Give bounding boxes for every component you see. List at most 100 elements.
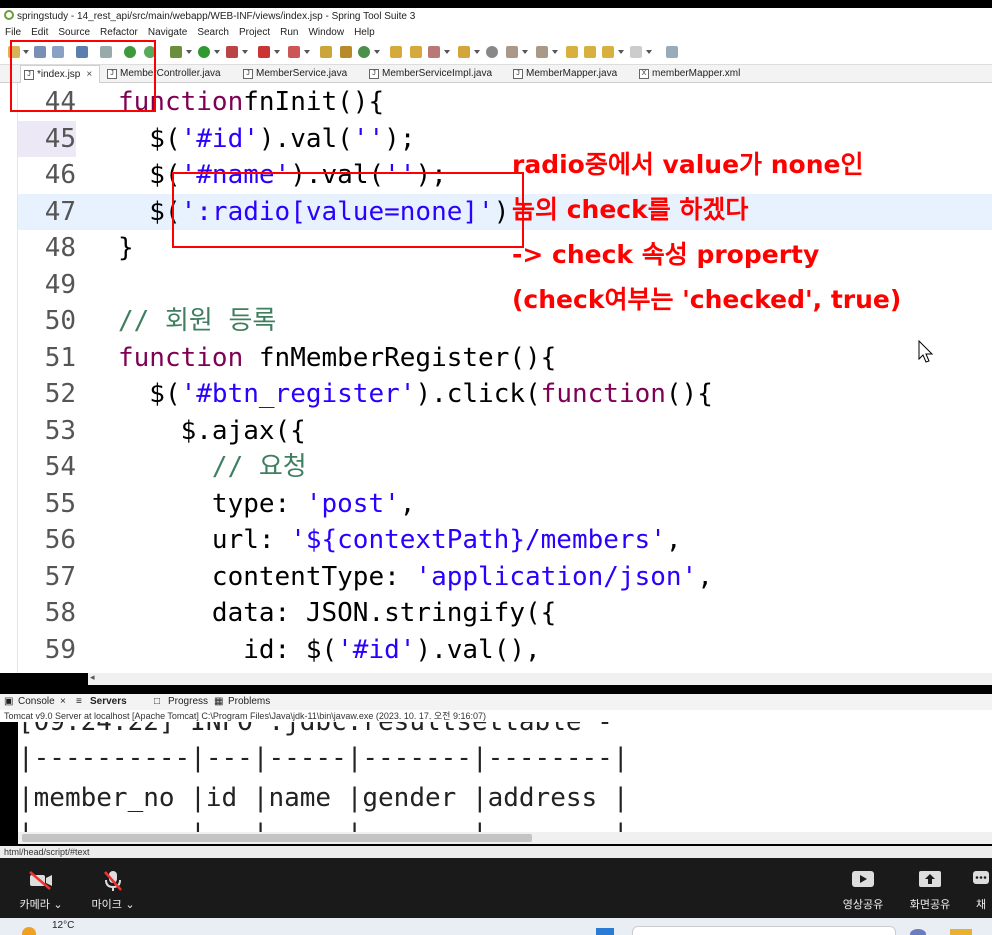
- tab-member-mapper-xml[interactable]: XmemberMapper.xml: [636, 65, 756, 83]
- menu-help[interactable]: Help: [354, 27, 375, 38]
- code-line[interactable]: 51 function fnMemberRegister(){: [18, 340, 992, 377]
- new-class-icon[interactable]: [358, 46, 370, 58]
- chat-label: 채: [975, 898, 987, 911]
- code-line[interactable]: 54 // 요청: [18, 449, 992, 486]
- chevron-down-icon[interactable]: [214, 50, 220, 54]
- console-line: | | | | | |: [18, 816, 628, 832]
- tab-servers[interactable]: Servers: [90, 694, 127, 710]
- camera-label: 카메라 ⌄: [19, 898, 63, 911]
- annotation-line-4: (check여부는 'checked', true): [512, 285, 902, 314]
- code-line[interactable]: 53 $.ajax({: [18, 413, 992, 450]
- taskbar-search-box[interactable]: [632, 926, 896, 935]
- tab-console[interactable]: Console: [18, 694, 55, 710]
- menu-search[interactable]: Search: [197, 27, 229, 38]
- camera-button[interactable]: 카메라 ⌄: [8, 858, 74, 918]
- chat-icon: [973, 871, 989, 884]
- menu-refactor[interactable]: Refactor: [100, 27, 138, 38]
- scroll-left-icon[interactable]: ◂: [90, 673, 95, 683]
- code-text: id: $('#id').val(),: [118, 634, 541, 665]
- line-number: 47: [44, 196, 76, 227]
- menu-project[interactable]: Project: [239, 27, 270, 38]
- external-tools-icon[interactable]: [226, 46, 238, 58]
- mic-off-icon: [104, 871, 122, 891]
- forward-icon[interactable]: [630, 46, 642, 58]
- chevron-down-icon[interactable]: [242, 50, 248, 54]
- chevron-down-icon[interactable]: [274, 50, 280, 54]
- tab-member-service[interactable]: J MemberService.java: [240, 65, 360, 83]
- chevron-down-icon[interactable]: [552, 50, 558, 54]
- code-text: // 요청: [118, 452, 307, 482]
- chevron-down-icon[interactable]: [618, 50, 624, 54]
- toggle-mark-occurrences-icon[interactable]: [486, 46, 498, 58]
- menu-run[interactable]: Run: [280, 27, 298, 38]
- stop-icon[interactable]: [258, 46, 270, 58]
- top-black-strip: [0, 0, 992, 8]
- new-server-icon[interactable]: [288, 46, 300, 58]
- last-edit-icon[interactable]: [566, 46, 578, 58]
- code-text: $('#btn_register').click(function(){: [118, 379, 713, 409]
- status-path: html/head/script/#text: [4, 847, 90, 857]
- back-icon[interactable]: [602, 46, 614, 58]
- share-screen-button[interactable]: 화면공유: [898, 858, 962, 918]
- code-text: contentType: 'application/json',: [118, 561, 713, 592]
- search-icon[interactable]: [428, 46, 440, 58]
- menu-file[interactable]: File: [5, 27, 21, 38]
- scrollbar-thumb[interactable]: [22, 834, 532, 842]
- line-number: 58: [44, 598, 76, 628]
- open-type-icon[interactable]: [390, 46, 402, 58]
- chevron-down-icon[interactable]: [374, 50, 380, 54]
- menu-source[interactable]: Source: [58, 27, 90, 38]
- code-line[interactable]: 59 id: $('#id').val(),: [18, 632, 992, 669]
- close-icon[interactable]: ×: [60, 694, 66, 710]
- pin-editor-icon[interactable]: [666, 46, 678, 58]
- code-text: // 회원 등록: [118, 306, 277, 336]
- file-explorer-icon[interactable]: [950, 929, 972, 935]
- mic-label: 마이크 ⌄: [91, 898, 135, 911]
- run-icon[interactable]: [198, 46, 210, 58]
- debug-icon[interactable]: [170, 46, 182, 58]
- weather-temp: 12°C: [52, 920, 75, 931]
- menu-edit[interactable]: Edit: [31, 27, 48, 38]
- mic-button[interactable]: 마이크 ⌄: [80, 858, 146, 918]
- code-line[interactable]: 56 url: '${contextPath}/members',: [18, 522, 992, 559]
- open-task-icon[interactable]: [410, 46, 422, 58]
- weather-sun-icon: [22, 927, 36, 935]
- open-folder-icon[interactable]: [458, 46, 470, 58]
- previous-annotation-icon[interactable]: [536, 46, 548, 58]
- new-package-icon[interactable]: [340, 46, 352, 58]
- tab-problems[interactable]: Problems: [228, 694, 270, 710]
- tab-member-mapper-java[interactable]: J MemberMapper.java: [510, 65, 630, 83]
- tab-progress[interactable]: Progress: [168, 694, 208, 710]
- console-output[interactable]: [09:24:22] INFO :jdbc.resultsettable - |…: [18, 722, 992, 832]
- taskbar-app-icon[interactable]: [910, 929, 926, 935]
- code-line[interactable]: 44 functionfnInit(){: [18, 84, 992, 121]
- console-horizontal-scrollbar[interactable]: [18, 832, 992, 844]
- spring-tool-suite-icon: [4, 10, 14, 20]
- code-line[interactable]: 57 contentType: 'application/json',: [18, 559, 992, 596]
- chevron-down-icon[interactable]: [444, 50, 450, 54]
- editor-horizontal-scrollbar[interactable]: ◂: [88, 673, 992, 685]
- progress-icon: □: [154, 696, 161, 707]
- code-line[interactable]: 58 data: JSON.stringify({: [18, 595, 992, 632]
- chevron-down-icon[interactable]: [646, 50, 652, 54]
- next-annotation-icon[interactable]: [506, 46, 518, 58]
- chevron-down-icon[interactable]: [474, 50, 480, 54]
- chevron-down-icon[interactable]: [304, 50, 310, 54]
- highlight-box-toolbar: [10, 40, 156, 112]
- windows-start-icon[interactable]: [596, 928, 614, 935]
- share-video-button[interactable]: 영상공유: [834, 858, 892, 918]
- line-number: 48: [44, 233, 76, 263]
- menu-window[interactable]: Window: [308, 27, 344, 38]
- code-line[interactable]: 52 $('#btn_register').click(function(){: [18, 376, 992, 413]
- back-forward-icon[interactable]: [584, 46, 596, 58]
- new-java-project-icon[interactable]: [320, 46, 332, 58]
- tab-member-service-impl[interactable]: J MemberServiceImpl.java: [366, 65, 506, 83]
- code-text: url: '${contextPath}/members',: [118, 525, 682, 555]
- chevron-down-icon[interactable]: [522, 50, 528, 54]
- chat-button[interactable]: 채: [970, 858, 992, 918]
- menu-navigate[interactable]: Navigate: [148, 27, 187, 38]
- chevron-down-icon[interactable]: [186, 50, 192, 54]
- java-file-icon: J: [243, 69, 253, 79]
- code-line[interactable]: 55 type: 'post',: [18, 486, 992, 523]
- tab-label: MemberMapper.java: [526, 68, 618, 79]
